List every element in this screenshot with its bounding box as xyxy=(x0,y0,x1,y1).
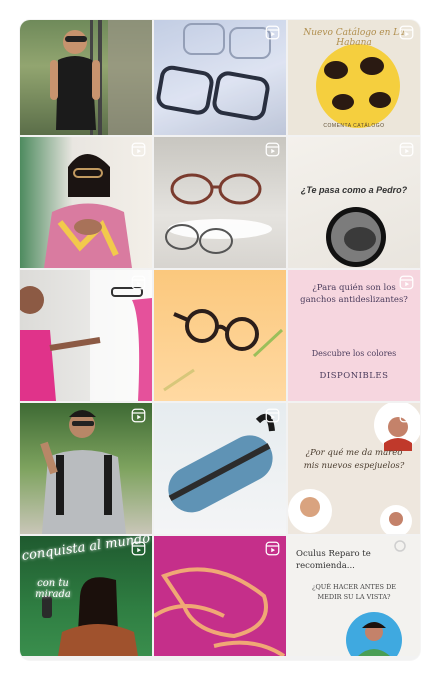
post-tile-14[interactable] xyxy=(154,536,286,656)
post-tile-4[interactable] xyxy=(20,137,152,268)
post-grid: Nuevo Catálogo en La Habana COMENTA CATÁ… xyxy=(20,20,420,660)
post-thumbnail-15 xyxy=(346,540,406,656)
reels-icon xyxy=(131,275,146,290)
post-tile-11[interactable] xyxy=(154,403,286,534)
post-tile-5[interactable] xyxy=(154,137,286,268)
reels-icon xyxy=(265,408,280,423)
post-tile-15[interactable]: Oculus Reparo te recomienda... ¿QUÉ HACE… xyxy=(288,536,420,656)
post-tile-10[interactable] xyxy=(20,403,152,534)
post-caption-highlight: DISPONIBLES xyxy=(319,371,389,381)
reels-icon xyxy=(265,142,280,157)
reels-icon xyxy=(399,408,414,423)
post-tile-13[interactable]: conquista al mundo con tu mirada xyxy=(20,536,152,656)
post-tile-3[interactable]: Nuevo Catálogo en La Habana COMENTA CATÁ… xyxy=(288,20,420,135)
post-tile-12[interactable]: ¿Por qué me da mareo mis nuevos espejuel… xyxy=(288,403,420,534)
reels-icon xyxy=(131,541,146,556)
reels-icon xyxy=(131,408,146,423)
post-thumbnail-8 xyxy=(163,309,284,392)
post-tile-8[interactable] xyxy=(154,270,286,401)
neon-sign-text-2: con tu mirada xyxy=(35,578,71,600)
post-tile-1[interactable] xyxy=(20,20,152,135)
post-tile-9[interactable]: ¿Para quién son los ganchos antideslizan… xyxy=(288,270,420,401)
profile-grid-frame: Nuevo Catálogo en La Habana COMENTA CATÁ… xyxy=(20,20,420,660)
post-caption: ¿Por qué me da mareo mis nuevos espejuel… xyxy=(303,448,405,471)
reels-icon xyxy=(399,25,414,40)
reels-icon xyxy=(265,541,280,556)
post-tile-2[interactable] xyxy=(154,20,286,135)
post-caption-subtitle: COMENTA CATÁLOGO xyxy=(323,123,385,129)
reels-icon xyxy=(265,25,280,40)
post-tile-7[interactable] xyxy=(20,270,152,401)
post-tile-6[interactable]: ¿Te pasa como a Pedro? xyxy=(288,137,420,268)
post-caption-line: Descubre los colores xyxy=(311,349,397,358)
reels-icon xyxy=(399,275,414,290)
reels-icon xyxy=(399,142,414,157)
reels-icon xyxy=(131,142,146,157)
post-thumbnail-1 xyxy=(50,20,152,135)
